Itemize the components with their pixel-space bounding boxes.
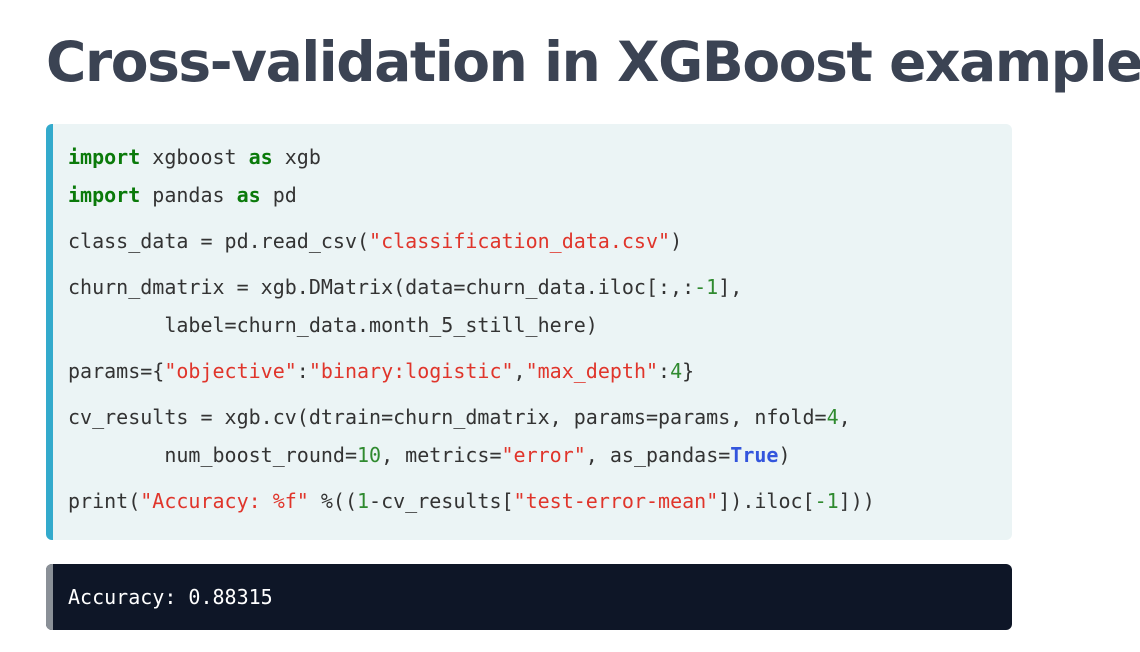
output-block-accent-bar (46, 564, 53, 630)
code-line: num_boost_round=10, metrics="error", as_… (68, 440, 791, 470)
code-token-num: 4 (826, 405, 839, 429)
code-token: churn_dmatrix = xgb.DMatrix(data=churn_d… (68, 275, 695, 299)
code-line: params={"objective":"binary:logistic","m… (68, 356, 694, 386)
code-token-num: 1 (357, 489, 370, 513)
code-token-str: "classification_data.csv" (369, 229, 671, 253)
code-token-kw: import (68, 183, 141, 207)
code-token: ], (718, 275, 743, 299)
code-token: , metrics= (381, 443, 502, 467)
code-token: , (513, 359, 526, 383)
code-token: xgb (272, 145, 321, 169)
code-token: %(( (308, 489, 357, 513)
code-token: print( (68, 489, 141, 513)
code-token: : (296, 359, 309, 383)
code-token: pandas (140, 183, 237, 207)
code-block[interactable]: import xgboost as xgb import pandas as p… (46, 124, 1012, 540)
code-token-num: -1 (814, 489, 839, 513)
code-token-num: 4 (670, 359, 683, 383)
output-block[interactable]: Accuracy: 0.88315 (46, 564, 1012, 630)
code-token-str: "objective" (164, 359, 297, 383)
code-token: -cv_results[ (369, 489, 514, 513)
code-token: ])) (838, 489, 875, 513)
code-token-str: "binary:logistic" (308, 359, 514, 383)
code-token: , (838, 405, 851, 429)
code-token-bool: True (730, 443, 779, 467)
output-text: Accuracy: 0.88315 (68, 585, 273, 609)
page-title: Cross-validation in XGBoost example (46, 30, 1140, 94)
code-token: params={ (68, 359, 165, 383)
code-token: ) (670, 229, 683, 253)
code-token-num: -1 (694, 275, 719, 299)
code-token-str: "Accuracy: %f" (140, 489, 309, 513)
code-token: xgboost (140, 145, 249, 169)
code-line: cv_results = xgb.cv(dtrain=churn_dmatrix… (68, 402, 851, 432)
code-line: churn_dmatrix = xgb.DMatrix(data=churn_d… (68, 272, 742, 302)
code-token: pd (260, 183, 297, 207)
code-token-str: "test-error-mean" (513, 489, 719, 513)
code-token-kw: import (68, 145, 141, 169)
code-token: num_boost_round= (68, 443, 357, 467)
code-token: label=churn_data.month_5_still_here) (68, 313, 598, 337)
code-token-str: "max_depth" (525, 359, 659, 383)
code-line: class_data = pd.read_csv("classification… (68, 226, 682, 256)
code-token: class_data = pd.read_csv( (68, 229, 370, 253)
code-token-kw: as (236, 183, 261, 207)
code-token: , as_pandas= (585, 443, 731, 467)
code-line: import pandas as pd (68, 180, 297, 210)
code-token: } (682, 359, 695, 383)
code-token: ) (778, 443, 791, 467)
code-token: ]).iloc[ (718, 489, 815, 513)
code-token-kw: as (248, 145, 273, 169)
code-line: label=churn_data.month_5_still_here) (68, 310, 598, 340)
code-block-accent-bar (46, 124, 53, 540)
code-token: cv_results = xgb.cv(dtrain=churn_dmatrix… (68, 405, 827, 429)
code-line: print("Accuracy: %f" %((1-cv_results["te… (68, 486, 875, 516)
code-token-str: "error" (501, 443, 586, 467)
code-line: import xgboost as xgb (68, 142, 321, 172)
code-token: : (658, 359, 671, 383)
code-token-num: 10 (356, 443, 382, 467)
